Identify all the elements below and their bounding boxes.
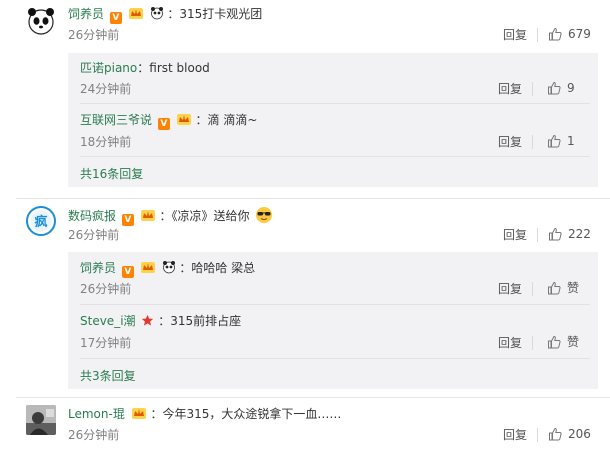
like-button[interactable]: 赞 [547,335,579,349]
comment-text: ：《凉凉》送给你 [159,209,250,223]
vip-crown-icon [140,210,155,221]
svg-text:疯: 疯 [34,214,47,230]
comment-line: Lemon-琨 ：今年315，大众途锐拿下一血…… [68,406,341,422]
action-divider [537,228,538,242]
reply-panel: 饲养员 V ：哈哈哈 梁总 26分钟前 回复 赞 Steve_i潮 ：315前排… [68,252,598,389]
reply-button[interactable]: 回复 [498,336,522,350]
verified-badge-icon: V [157,118,170,130]
reply-username[interactable]: 饲养员 [80,261,116,275]
reply-button[interactable]: 回复 [503,28,527,42]
thumbs-up-icon [549,427,562,441]
more-replies-link[interactable]: 共3条回复 [80,369,136,383]
thumbs-up-icon [549,27,562,41]
thumbs-up-icon [548,81,561,95]
reply-divider [80,156,590,157]
reply-text: ：315前排占座 [158,314,242,328]
panda-emoji-icon [162,261,175,274]
reply-panel: 匹诺piano：first blood 24分钟前 回复 9 互联网三爷说 V … [68,53,598,187]
panda-avatar[interactable] [26,6,56,36]
reply-button[interactable]: 回复 [503,428,527,442]
comment-username[interactable]: 数码疯报 [68,209,116,223]
comment-text: ：今年315，大众途锐拿下一血…… [150,407,342,421]
comment-time: 26分钟前 [68,428,120,442]
thumbs-up-icon [549,227,562,241]
like-count: 1 [567,134,575,148]
reply-text: ：滴 滴滴~ [195,113,258,127]
comment-username[interactable]: 饲养员 [68,7,104,21]
like-count: 679 [568,27,591,41]
comment-text: ：315打卡观光团 [167,7,263,21]
like-button[interactable]: 9 [547,81,575,95]
reply-username[interactable]: Steve_i潮 [80,314,136,328]
reply-line: 饲养员 V ：哈哈哈 梁总 [80,260,255,278]
vip-crown-icon [131,408,146,419]
verified-badge-icon: V [121,214,134,226]
reply-time: 26分钟前 [80,282,132,296]
reply-button[interactable]: 回复 [498,135,522,149]
comment-line: 数码疯报 V ：《凉凉》送给你 [68,206,273,226]
reply-divider [80,358,590,359]
thumbs-up-icon [548,134,561,148]
vip-crown-icon [140,262,155,273]
like-count: 赞 [567,281,580,295]
reply-button[interactable]: 回复 [498,282,522,296]
comment-divider [16,397,610,398]
reply-button[interactable]: 回复 [503,228,527,242]
like-count: 222 [568,227,591,241]
reply-username[interactable]: 互联网三爷说 [80,113,152,127]
vip-crown-icon [176,114,191,125]
action-divider [537,428,538,442]
reply-line: 互联网三爷说 V ：滴 滴滴~ [80,112,257,130]
like-button[interactable]: 1 [547,134,575,148]
reply-time: 18分钟前 [80,135,132,149]
like-count: 赞 [567,335,580,349]
sunglasses-emoji-icon [256,207,273,223]
verified-badge-icon: V [109,12,122,24]
action-divider [537,28,538,42]
reply-line: 匹诺piano：first blood [80,60,210,76]
panda-emoji-icon [150,7,163,20]
like-button[interactable]: 679 [548,27,591,41]
reply-text: ：first blood [137,61,210,75]
photo-avatar[interactable] [26,405,56,435]
more-replies-link[interactable]: 共16条回复 [80,167,143,181]
reply-time: 17分钟前 [80,336,132,350]
reply-time: 24分钟前 [80,82,132,96]
action-divider [532,336,533,350]
thumbs-up-icon [548,281,561,295]
like-button[interactable]: 222 [548,227,591,241]
reply-button[interactable]: 回复 [498,82,522,96]
like-count: 9 [567,81,575,95]
reply-line: Steve_i潮 ：315前排占座 [80,313,241,329]
thumbs-up-icon [548,335,561,349]
comment-time: 26分钟前 [68,228,120,242]
like-button[interactable]: 206 [548,427,591,441]
comment-line: 饲养员 V ：315打卡观光团 [68,6,262,24]
comment-time: 26分钟前 [68,28,120,42]
red-star-icon [142,314,154,326]
comment-username[interactable]: Lemon-琨 [68,407,125,421]
comment-divider [16,198,610,199]
like-count: 206 [568,427,591,441]
like-button[interactable]: 赞 [547,281,579,295]
reply-text: ：哈哈哈 梁总 [179,261,256,275]
reply-username[interactable]: 匹诺piano [80,61,137,75]
reply-divider [80,304,590,305]
reply-divider [80,103,590,104]
action-divider [532,282,533,296]
action-divider [532,82,533,96]
vip-crown-icon [128,8,143,19]
action-divider [532,135,533,149]
verified-badge-icon: V [121,266,134,278]
feng-logo-avatar[interactable]: 疯 [26,206,56,236]
